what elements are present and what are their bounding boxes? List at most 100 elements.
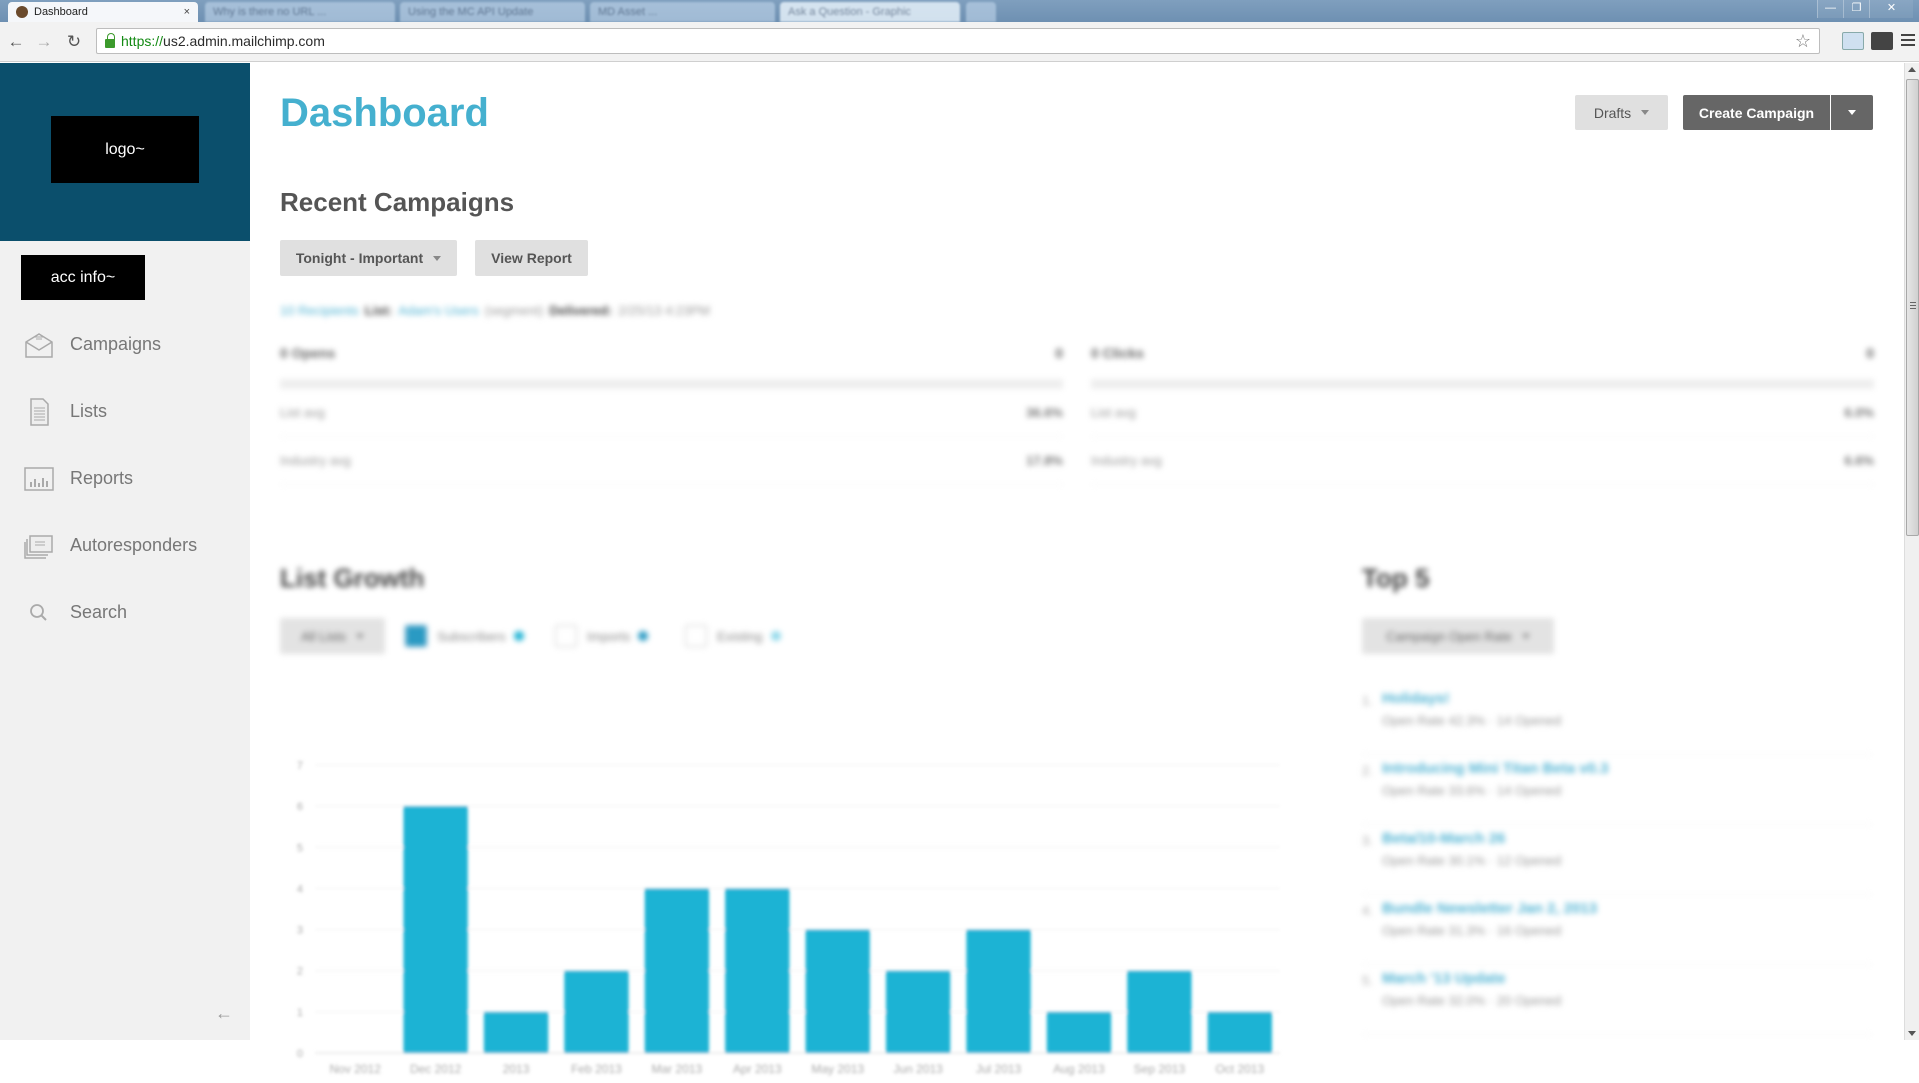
legend-imports[interactable]: Imports <box>555 625 649 647</box>
top5-list: 1. Holidays! Open Rate 42.3% · 14 Opened… <box>1362 685 1872 1035</box>
list-growth-heading: List Growth <box>280 563 425 593</box>
tab-dashboard[interactable]: Dashboard × <box>8 2 198 22</box>
stat-value: 6.6% <box>1844 453 1874 468</box>
top5-campaign-link[interactable]: Beta/10-March 26 <box>1382 830 1505 847</box>
bar[interactable] <box>644 888 710 1053</box>
top5-campaign-link[interactable]: March '13 Update <box>1382 970 1506 987</box>
address-bar[interactable]: https://us2.admin.mailchimp.com ☆ <box>96 28 1820 54</box>
sidebar-item-autoresponders[interactable]: Autoresponders <box>0 512 250 579</box>
extension-icon[interactable] <box>1842 32 1864 50</box>
existing-checkbox[interactable] <box>685 625 707 647</box>
legend-existing[interactable]: Existing <box>685 625 781 647</box>
top5-rank: 3. <box>1362 833 1373 848</box>
scroll-up-icon[interactable] <box>1908 67 1916 72</box>
bar[interactable] <box>1127 970 1192 1053</box>
view-report-button[interactable]: View Report <box>475 240 588 276</box>
y-tick-label: 4 <box>297 883 303 895</box>
y-tick-label: 5 <box>297 842 303 854</box>
scroll-down-icon[interactable] <box>1908 1031 1916 1036</box>
create-campaign-menu-button[interactable] <box>1831 95 1873 130</box>
clicks-stats: 0 Clicks 0 List avg 6.0% Industry avg 6.6% <box>1091 345 1874 485</box>
logo[interactable]: logo~ <box>51 116 199 183</box>
top5-campaign-link[interactable]: Bundle Newsletter Jan 2, 2013 <box>1382 900 1597 917</box>
bar[interactable] <box>885 970 951 1053</box>
sidebar-item-reports[interactable]: Reports <box>0 445 250 512</box>
legend-label: Imports <box>587 628 631 644</box>
tab-close-icon[interactable]: × <box>184 6 190 18</box>
list-select-value: All Lists <box>301 628 346 644</box>
top5-item: 2. Introducing Mini Titan Beta v0.3 Open… <box>1362 755 1872 825</box>
main-content: Dashboard Drafts Create Campaign Recent … <box>280 63 1874 1076</box>
bar[interactable] <box>1207 1011 1272 1053</box>
create-campaign-button[interactable]: Create Campaign <box>1683 95 1830 130</box>
top5-stats: Open Rate 31.3% · 16 Opened <box>1382 923 1562 938</box>
minimize-button[interactable]: — <box>1817 0 1843 18</box>
recent-campaigns-heading: Recent Campaigns <box>280 187 515 217</box>
delivered-label: Delivered: <box>549 303 613 318</box>
top5-campaign-link[interactable]: Introducing Mini Titan Beta v0.3 <box>1382 760 1608 777</box>
list-growth-chart: 0 1 2 3 4 5 6 7 Nov 2012 Dec 2012 2013 Feb 2013 Mar … <box>297 760 1280 1076</box>
restore-button[interactable]: ❐ <box>1843 0 1869 18</box>
opens-label: 0 Opens <box>280 345 336 361</box>
top5-stats: Open Rate 42.3% · 14 Opened <box>1382 713 1562 728</box>
bar[interactable] <box>403 806 468 1053</box>
x-tick-label: Sep 2013 <box>1134 1062 1186 1076</box>
x-tick-label: Feb 2013 <box>571 1062 622 1076</box>
list-link[interactable]: Adam's Users <box>398 303 479 318</box>
window-close-button[interactable]: ✕ <box>1869 0 1913 18</box>
recipients-link[interactable]: 10 Recipients <box>280 303 359 318</box>
sidebar: logo~ acc info~ Campaigns Lists Reports <box>0 63 250 1040</box>
page-title: Dashboard <box>280 91 489 135</box>
browser-menu-icon[interactable] <box>1901 34 1915 49</box>
sidebar-item-lists[interactable]: Lists <box>0 378 250 445</box>
top5-rank: 1. <box>1362 693 1373 708</box>
list-select[interactable]: All Lists <box>280 618 385 654</box>
top5-select[interactable]: Campaign Open Rate <box>1362 618 1554 654</box>
page-scrollbar[interactable] <box>1904 63 1919 1040</box>
collapse-sidebar-icon[interactable]: ← <box>215 1003 233 1024</box>
y-tick-label: 0 <box>297 1048 303 1060</box>
top5-item: 4. Bundle Newsletter Jan 2, 2013 Open Ra… <box>1362 895 1872 965</box>
tab-background[interactable]: Ask a Question - Graphic <box>780 2 960 22</box>
forward-icon[interactable]: → <box>34 32 54 52</box>
opens-progress-bar <box>280 379 1063 389</box>
new-tab-button[interactable] <box>966 2 996 22</box>
sidebar-item-campaigns[interactable]: Campaigns <box>0 311 250 378</box>
bar[interactable] <box>966 929 1031 1053</box>
tab-background[interactable]: Why is there no URL ... <box>205 2 395 22</box>
bar[interactable] <box>725 888 790 1053</box>
y-tick-label: 7 <box>297 760 303 772</box>
x-tick-label: May 2013 <box>811 1062 864 1076</box>
account-info[interactable]: acc info~ <box>21 255 145 300</box>
legend-subscribers[interactable]: Subscribers <box>405 625 524 647</box>
url-text[interactable]: https://us2.admin.mailchimp.com <box>121 33 325 49</box>
bar[interactable] <box>805 929 870 1053</box>
stat-label: Industry avg <box>1091 453 1162 468</box>
top5-item: 1. Holidays! Open Rate 42.3% · 14 Opened <box>1362 685 1872 755</box>
subscribers-checkbox[interactable] <box>405 625 427 647</box>
tab-background[interactable]: MD Asset ... <box>590 2 775 22</box>
tab-label: Why is there no URL ... <box>213 6 327 18</box>
extension-icon[interactable] <box>1871 32 1893 50</box>
scrollbar-thumb[interactable] <box>1906 79 1919 536</box>
document-icon <box>24 397 54 426</box>
x-tick-label: Mar 2013 <box>652 1062 703 1076</box>
tab-background[interactable]: Using the MC API Update <box>400 2 585 22</box>
campaign-meta: 10 Recipients List: Adam's Users (segmen… <box>280 303 710 318</box>
bookmark-star-icon[interactable]: ☆ <box>1795 31 1811 52</box>
campaign-select[interactable]: Tonight - Important <box>280 240 457 276</box>
reload-icon[interactable]: ↻ <box>64 32 84 52</box>
back-icon[interactable]: ← <box>6 32 26 52</box>
bar[interactable] <box>483 1011 549 1053</box>
x-tick-label: Nov 2012 <box>330 1062 382 1076</box>
drafts-dropdown[interactable]: Drafts <box>1575 95 1668 130</box>
legend-label: Subscribers <box>437 628 506 644</box>
bar[interactable] <box>1046 1011 1112 1053</box>
chevron-down-icon <box>355 633 364 639</box>
imports-checkbox[interactable] <box>555 625 577 647</box>
x-tick-label: Oct 2013 <box>1215 1062 1264 1076</box>
sidebar-item-search[interactable]: Search <box>0 579 250 646</box>
top5-campaign-link[interactable]: Holidays! <box>1382 690 1450 707</box>
stat-value: 6.0% <box>1844 405 1874 420</box>
bar[interactable] <box>564 970 629 1053</box>
